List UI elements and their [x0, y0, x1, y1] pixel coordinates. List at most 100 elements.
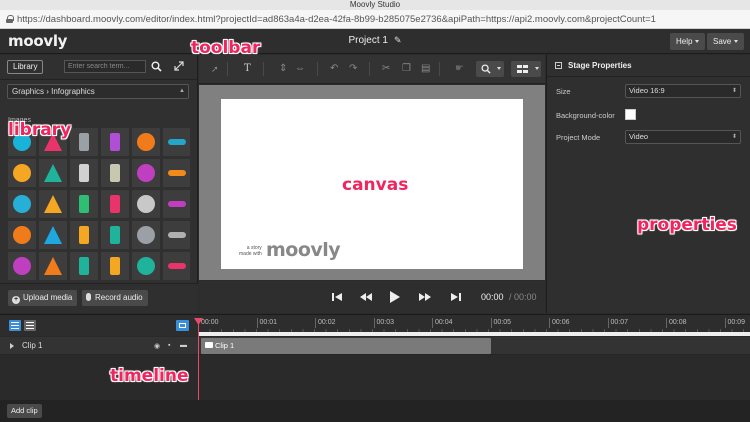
- expand-triangle-icon[interactable]: [10, 343, 14, 349]
- android-icon: [79, 133, 89, 151]
- search-icon[interactable]: [151, 61, 162, 72]
- snap-button[interactable]: [176, 320, 189, 331]
- background-color-swatch[interactable]: [625, 109, 636, 120]
- skip-end-icon[interactable]: [451, 292, 461, 302]
- record-label: Record audio: [95, 293, 143, 302]
- trash-icon[interactable]: ▬: [180, 342, 187, 349]
- play-icon[interactable]: [390, 291, 400, 303]
- select-cursor-icon[interactable]: ➚: [211, 63, 219, 75]
- search-icon: [481, 64, 491, 74]
- egg-icon: [110, 195, 120, 213]
- time-tick-label: 00:07: [607, 318, 628, 328]
- bridge-icon: [79, 226, 89, 244]
- library-thumbnail[interactable]: [132, 159, 160, 187]
- text-tool-icon[interactable]: T: [244, 63, 251, 75]
- library-thumbnail[interactable]: [163, 252, 190, 280]
- help-label: Help: [676, 37, 693, 46]
- address-bar[interactable]: https://dashboard.moovly.com/editor/inde…: [0, 10, 750, 29]
- upload-media-button[interactable]: + Upload media: [8, 290, 78, 306]
- collapse-icon[interactable]: [555, 62, 562, 69]
- fast-forward-icon[interactable]: [419, 292, 431, 302]
- splash-icon: [168, 170, 186, 176]
- library-thumbnail[interactable]: [101, 252, 129, 280]
- library-thumbnail[interactable]: [8, 190, 36, 218]
- category-select[interactable]: Graphics › Infographics ▲: [7, 84, 189, 99]
- library-thumbnail[interactable]: [163, 190, 190, 218]
- add-clip-button[interactable]: Add clip: [7, 404, 42, 418]
- project-title[interactable]: Project 1 ✎: [0, 35, 750, 46]
- library-thumbnail[interactable]: [70, 190, 98, 218]
- list-view-button[interactable]: [9, 320, 21, 331]
- size-select[interactable]: Video 16:9 ⬍: [625, 84, 741, 98]
- playback-bar: 00:00 / 00:00: [199, 281, 545, 313]
- library-thumbnail[interactable]: [8, 159, 36, 187]
- library-thumbnail[interactable]: [70, 221, 98, 249]
- playhead[interactable]: [198, 321, 199, 401]
- undo-icon[interactable]: ↶: [330, 63, 338, 75]
- time-tick-label: 00:03: [373, 318, 394, 328]
- help-button[interactable]: Help: [670, 33, 706, 50]
- zoom-button[interactable]: [476, 61, 504, 77]
- pencil-icon[interactable]: ✎: [394, 35, 402, 46]
- time-ruler[interactable]: 00:00 00:01 00:02 00:03 00:04 00:05 00:06 00:07…: [198, 315, 750, 337]
- rewind-icon[interactable]: [360, 292, 372, 302]
- library-thumbnail[interactable]: [8, 252, 36, 280]
- size-value: Video 16:9: [629, 86, 665, 95]
- library-thumbnail[interactable]: [70, 128, 98, 156]
- lock-icon[interactable]: ▪: [168, 342, 170, 349]
- library-thumbnail[interactable]: [39, 221, 67, 249]
- bottle2-icon: [168, 201, 186, 207]
- timeline-header: 00:00 00:01 00:02 00:03 00:04 00:05 00:06 00:07…: [0, 314, 750, 336]
- library-thumbnail[interactable]: [8, 221, 36, 249]
- layout-button[interactable]: [511, 61, 541, 77]
- library-thumbnail[interactable]: [132, 190, 160, 218]
- library-thumbnail[interactable]: [101, 159, 129, 187]
- properties-heading[interactable]: Stage Properties: [547, 55, 750, 77]
- properties-panel: Stage Properties Size Video 16:9 ⬍ Backgr…: [546, 55, 750, 313]
- feather-icon: [168, 232, 186, 238]
- project-mode-select[interactable]: Video ⬍: [625, 130, 741, 144]
- library-thumbnail[interactable]: [39, 159, 67, 187]
- library-thumbnail[interactable]: [101, 221, 129, 249]
- snap-icon: [179, 323, 186, 328]
- library-thumbnail[interactable]: [101, 190, 129, 218]
- library-thumbnail[interactable]: [132, 221, 160, 249]
- app-header: moovly Project 1 ✎ Help Save: [0, 29, 750, 54]
- project-title-text: Project 1: [348, 35, 388, 46]
- copy-icon[interactable]: ❐: [402, 63, 411, 75]
- layer-name[interactable]: Clip 1: [22, 341, 42, 350]
- redo-icon[interactable]: ↷: [349, 63, 357, 75]
- library-thumbnail[interactable]: [163, 159, 190, 187]
- save-button[interactable]: Save: [707, 33, 745, 50]
- cash-icon: [168, 263, 186, 269]
- align-vertical-icon[interactable]: ⇕: [279, 63, 287, 75]
- library-thumbnail[interactable]: [39, 252, 67, 280]
- compact-view-button[interactable]: [24, 320, 36, 331]
- library-thumbnail[interactable]: [39, 190, 67, 218]
- library-thumbnail[interactable]: [70, 252, 98, 280]
- select-arrows-icon: ▲: [179, 88, 185, 94]
- library-thumbnail[interactable]: [163, 128, 190, 156]
- library-thumbnail[interactable]: [132, 128, 160, 156]
- library-thumbnail[interactable]: [70, 159, 98, 187]
- pointer-icon[interactable]: ☛: [455, 63, 464, 75]
- library-tab[interactable]: Library: [7, 60, 44, 74]
- paste-icon[interactable]: ▤: [421, 63, 430, 75]
- cut-icon[interactable]: ✂: [382, 63, 390, 75]
- search-input[interactable]: [64, 60, 146, 73]
- divider: [227, 62, 228, 76]
- toolbar-annotation: toolbar: [191, 38, 261, 58]
- url-text[interactable]: https://dashboard.moovly.com/editor/inde…: [17, 14, 656, 25]
- library-thumbnail[interactable]: [101, 128, 129, 156]
- clip-bar[interactable]: Clip 1: [201, 338, 491, 354]
- eye-icon[interactable]: ◉: [154, 342, 160, 350]
- timeline-layer[interactable]: Clip 1 ◉ ▪ ▬ Clip 1: [0, 337, 750, 355]
- expand-icon[interactable]: [174, 61, 184, 71]
- clip-label: Clip 1: [215, 341, 235, 350]
- record-audio-button[interactable]: Record audio: [82, 290, 148, 306]
- brush-icon: [137, 226, 155, 244]
- library-thumbnail[interactable]: [132, 252, 160, 280]
- library-thumbnail[interactable]: [163, 221, 190, 249]
- skip-start-icon[interactable]: [332, 292, 342, 302]
- align-horizontal-icon[interactable]: ⇔: [295, 63, 305, 75]
